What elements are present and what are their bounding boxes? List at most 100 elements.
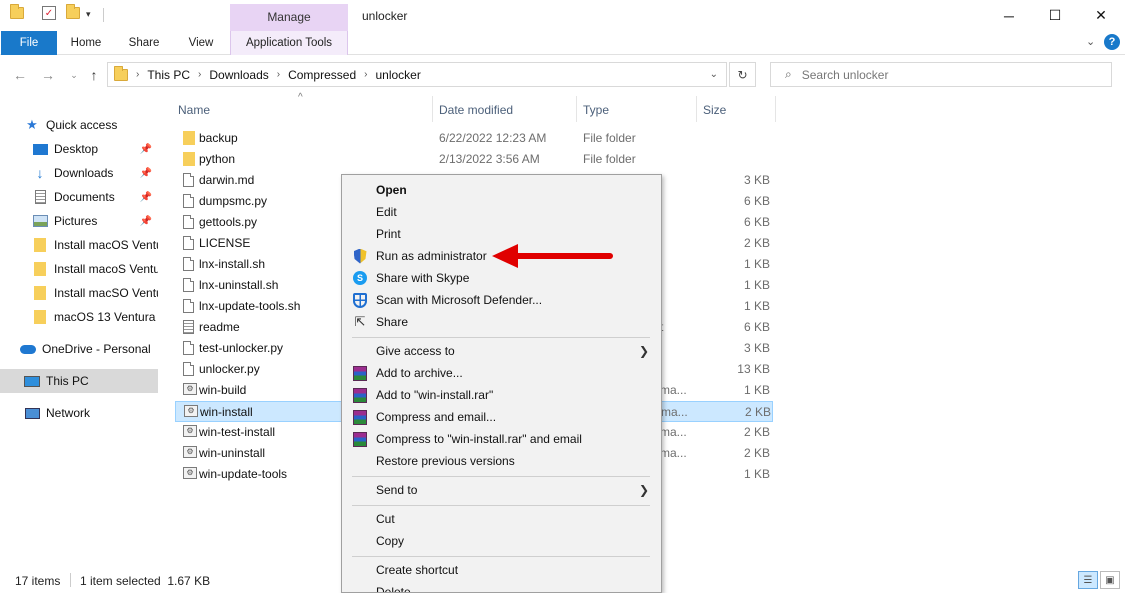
tab-application-tools[interactable]: Application Tools [230, 31, 348, 55]
maximize-button[interactable]: ☐ [1032, 0, 1078, 31]
document-icon [183, 215, 194, 229]
refresh-icon: ↻ [737, 67, 748, 82]
large-icons-view-button[interactable]: ▣ [1100, 571, 1120, 589]
chevron-right-icon[interactable]: › [198, 69, 201, 80]
window-title: unlocker [362, 9, 408, 23]
menu-item-send-to[interactable]: Send to ❯ [344, 479, 659, 501]
text-document-icon [183, 320, 194, 334]
folder-icon [32, 262, 48, 276]
file-row[interactable]: backup 6/22/2022 12:23 AM File folder [175, 128, 773, 149]
nav-item-install-macos-ventura-1[interactable]: Install macOS Ventu [0, 233, 158, 257]
menu-separator [352, 556, 650, 557]
item-count: 17 items [15, 574, 61, 588]
column-header-date-modified[interactable]: Date modified [439, 103, 513, 117]
folder-icon [10, 4, 24, 19]
manage-tab[interactable]: Manage [230, 4, 348, 31]
menu-item-copy[interactable]: Copy [344, 530, 659, 552]
tab-share[interactable]: Share [120, 31, 168, 55]
menu-item-open[interactable]: Open [344, 179, 659, 201]
properties-icon[interactable]: ✓ [42, 6, 56, 20]
nav-item-pictures[interactable]: Pictures 📌 [0, 209, 158, 233]
column-header-size[interactable]: Size [703, 103, 726, 117]
column-header-name[interactable]: Name [178, 103, 210, 117]
recent-locations-icon[interactable]: ⌄ [64, 65, 84, 85]
arrow-head [492, 244, 518, 268]
context-menu: Open Edit Print Run as administrator S S… [341, 174, 662, 593]
menu-item-restore-previous-versions[interactable]: Restore previous versions [344, 450, 659, 472]
status-bar: 17 items 1 item selected 1.67 KB ☰ ▣ [0, 570, 1125, 593]
forward-arrow-icon[interactable]: → [38, 65, 58, 85]
menu-item-compress-and-email[interactable]: Compress and email... [344, 406, 659, 428]
skype-icon: S [352, 270, 368, 286]
menu-item-edit[interactable]: Edit [344, 201, 659, 223]
breadcrumb-compressed[interactable]: Compressed [288, 68, 356, 82]
sort-ascending-icon: ^ [298, 92, 303, 103]
nav-item-quick-access[interactable]: ★ Quick access [0, 113, 158, 137]
nav-item-this-pc[interactable]: This PC [0, 369, 158, 393]
network-icon [24, 406, 40, 420]
nav-item-downloads[interactable]: ↓ Downloads 📌 [0, 161, 158, 185]
search-icon: ⌕ [785, 67, 792, 81]
address-bar[interactable]: › This PC › Downloads › Compressed › unl… [107, 62, 727, 87]
chevron-right-icon[interactable]: › [364, 69, 367, 80]
winrar-icon [352, 387, 368, 403]
menu-item-scan-defender[interactable]: Scan with Microsoft Defender... [344, 289, 659, 311]
nav-item-documents[interactable]: Documents 📌 [0, 185, 158, 209]
pin-icon[interactable]: 📌 [140, 192, 152, 203]
new-folder-icon[interactable] [66, 4, 80, 19]
nav-item-macos-13-ventura[interactable]: macOS 13 Ventura [0, 305, 158, 329]
menu-item-add-to-archive[interactable]: Add to archive... [344, 362, 659, 384]
tab-view[interactable]: View [178, 31, 224, 55]
expand-ribbon-icon[interactable]: ⌄ [1086, 35, 1095, 48]
document-icon [183, 278, 194, 292]
nav-item-install-macos-ventura-3[interactable]: Install macSO Ventu [0, 281, 158, 305]
desktop-icon [32, 142, 48, 156]
batch-file-icon: ⚙ [183, 446, 197, 458]
winrar-icon [352, 365, 368, 381]
up-arrow-icon[interactable]: ↑ [84, 65, 104, 85]
file-row[interactable]: python 2/13/2022 3:56 AM File folder [175, 149, 773, 170]
breadcrumb-downloads[interactable]: Downloads [209, 68, 268, 82]
chevron-right-icon: › [136, 69, 140, 80]
refresh-button[interactable]: ↻ [729, 62, 756, 87]
breadcrumb-this-pc[interactable]: This PC [147, 68, 190, 82]
column-header-type[interactable]: Type [583, 103, 609, 117]
nav-item-desktop[interactable]: Desktop 📌 [0, 137, 158, 161]
document-icon [183, 362, 194, 376]
nav-item-onedrive[interactable]: OneDrive - Personal [0, 337, 158, 361]
column-divider[interactable] [432, 96, 433, 122]
pin-icon[interactable]: 📌 [140, 144, 152, 155]
back-arrow-icon[interactable]: ← [10, 65, 30, 85]
menu-item-give-access-to[interactable]: Give access to ❯ [344, 340, 659, 362]
help-icon[interactable]: ? [1104, 34, 1120, 50]
folder-icon [32, 286, 48, 300]
chevron-right-icon[interactable]: › [277, 69, 280, 80]
winrar-icon [352, 431, 368, 447]
column-divider[interactable] [576, 96, 577, 122]
nav-item-install-macos-ventura-2[interactable]: Install macoS Ventu [0, 257, 158, 281]
minimize-button[interactable]: ─ [986, 0, 1032, 31]
tab-file[interactable]: File [1, 31, 57, 55]
pin-icon[interactable]: 📌 [140, 168, 152, 179]
menu-item-add-to-rar[interactable]: Add to "win-install.rar" [344, 384, 659, 406]
menu-item-cut[interactable]: Cut [344, 508, 659, 530]
column-divider[interactable] [696, 96, 697, 122]
red-arrow-annotation [492, 244, 613, 268]
menu-item-share[interactable]: ⇱ Share [344, 311, 659, 333]
batch-file-icon: ⚙ [184, 405, 198, 417]
shield-icon [352, 248, 368, 264]
customize-quick-access-icon[interactable]: ▾ [86, 9, 91, 20]
nav-item-network[interactable]: Network [0, 401, 158, 425]
breadcrumb-unlocker[interactable]: unlocker [375, 68, 420, 82]
close-button[interactable]: ✕ [1078, 0, 1124, 31]
search-box[interactable]: ⌕ [770, 62, 1112, 87]
chevron-down-icon[interactable]: ⌄ [710, 69, 718, 80]
search-input[interactable] [801, 67, 1082, 82]
pin-icon[interactable]: 📌 [140, 216, 152, 227]
tab-home[interactable]: Home [62, 31, 110, 55]
column-divider[interactable] [775, 96, 776, 122]
menu-item-compress-to-rar-and-email[interactable]: Compress to "win-install.rar" and email [344, 428, 659, 450]
pictures-icon [32, 214, 48, 228]
details-view-icon: ☰ [1083, 574, 1093, 586]
details-view-button[interactable]: ☰ [1078, 571, 1098, 589]
